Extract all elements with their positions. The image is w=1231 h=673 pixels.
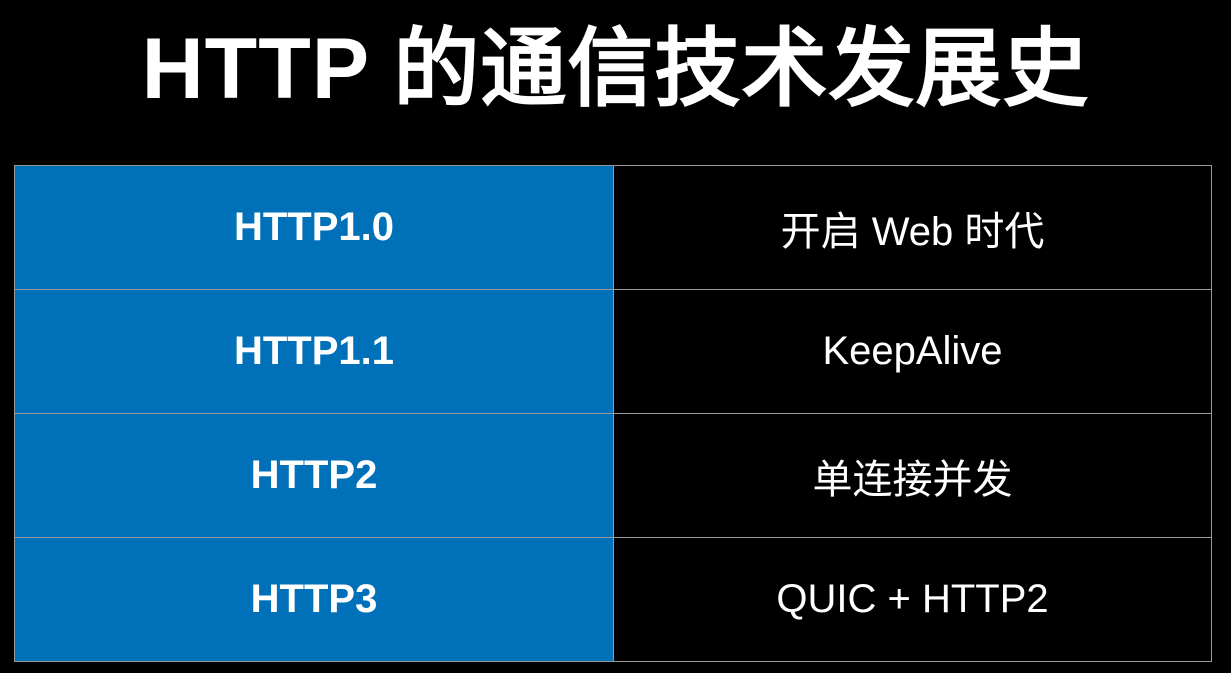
version-cell: HTTP1.0: [14, 165, 614, 290]
description-cell: KeepAlive: [613, 289, 1212, 414]
page-title: HTTP 的通信技术发展史: [141, 21, 1090, 117]
version-cell: HTTP3: [14, 537, 614, 662]
table-row: HTTP3 QUIC + HTTP2: [14, 537, 1212, 662]
http-history-table: HTTP1.0 开启 Web 时代 HTTP1.1 KeepAlive HTTP…: [14, 165, 1212, 662]
table-row: HTTP1.0 开启 Web 时代: [14, 165, 1212, 290]
description-cell: 单连接并发: [613, 413, 1212, 538]
table-row: HTTP2 单连接并发: [14, 413, 1212, 538]
version-cell: HTTP2: [14, 413, 614, 538]
version-cell: HTTP1.1: [14, 289, 614, 414]
description-cell: 开启 Web 时代: [613, 165, 1212, 290]
description-cell: QUIC + HTTP2: [613, 537, 1212, 662]
table-row: HTTP1.1 KeepAlive: [14, 289, 1212, 414]
